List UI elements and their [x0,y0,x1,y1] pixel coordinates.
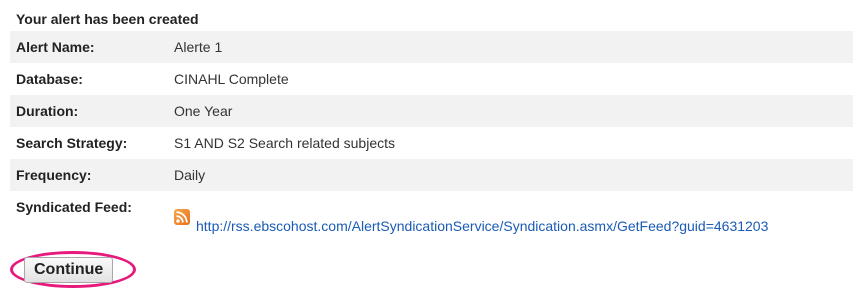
confirmation-heading: Your alert has been created [16,11,199,27]
alert-confirmation-panel: Your alert has been created Alert Name: … [0,0,853,289]
duration-label: Duration: [10,95,168,127]
search-strategy-row: Search Strategy: S1 AND S2 Search relate… [10,127,853,159]
database-value: CINAHL Complete [174,71,289,87]
frequency-row: Frequency: Daily [10,159,853,191]
syndicated-feed-row: Syndicated Feed: http://rss.ebscohost.co… [10,191,853,246]
rss-icon[interactable] [174,208,190,225]
database-row: Database: CINAHL Complete [10,63,853,95]
alert-name-value: Alerte 1 [168,31,853,63]
alert-name-row: Alert Name: Alerte 1 [10,31,853,63]
syndicated-feed-link[interactable]: http://rss.ebscohost.com/AlertSyndicatio… [196,217,768,235]
search-strategy-label: Search Strategy: [16,135,128,151]
duration-row: Duration: One Year [10,95,853,127]
database-label: Database: [16,71,83,87]
syndicated-feed-value: http://rss.ebscohost.com/AlertSyndicatio… [168,191,853,246]
syndicated-feed-label: Syndicated Feed: [16,199,132,215]
search-strategy-value: S1 AND S2 Search related subjects [174,135,396,151]
duration-value: One Year [168,95,853,127]
alert-name-label: Alert Name: [10,31,168,63]
alert-details-table: Alert Name: Alerte 1 Database: CINAHL Co… [10,31,853,246]
frequency-value: Daily [168,159,853,191]
frequency-label: Frequency: [10,159,168,191]
continue-button[interactable]: Continue [24,257,114,283]
